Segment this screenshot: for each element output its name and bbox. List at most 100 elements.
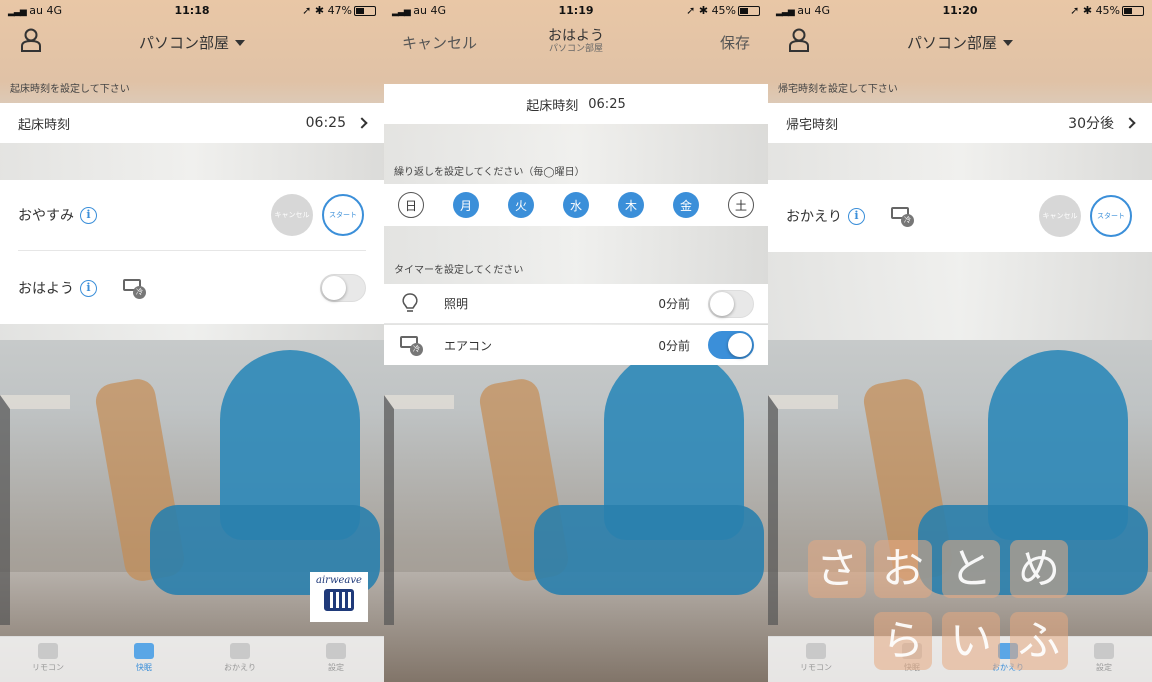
- tab-label: 快眠: [136, 663, 152, 672]
- door-icon: [230, 643, 250, 659]
- light-offset[interactable]: 0分前: [658, 295, 690, 312]
- battery-icon: [738, 5, 761, 16]
- nav-bar: キャンセル おはよう パソコン部屋 保存: [384, 20, 768, 64]
- day-thu[interactable]: 木: [618, 192, 644, 218]
- start-button[interactable]: スタート: [322, 194, 364, 236]
- sleep-row: おやすみ i: [18, 180, 366, 251]
- start-button[interactable]: スタート: [1090, 195, 1132, 237]
- tab-label: リモコン: [32, 663, 64, 672]
- tab-sleep[interactable]: 快眠: [96, 637, 192, 682]
- watermark-char: ふ: [1010, 612, 1068, 670]
- nav-bar: パソコン部屋: [0, 20, 384, 64]
- bed-icon: [134, 643, 154, 659]
- carrier-label: au: [413, 3, 427, 17]
- status-time: 11:19: [558, 3, 594, 17]
- nav-title: おはよう パソコン部屋: [548, 28, 604, 54]
- tab-remote[interactable]: リモコン: [0, 637, 96, 682]
- cancel-button[interactable]: キャンセル: [1039, 195, 1081, 237]
- nav-bar: パソコン部屋: [768, 20, 1152, 64]
- battery-percent: 47%: [327, 3, 353, 17]
- day-fri[interactable]: 金: [673, 192, 699, 218]
- day-sat[interactable]: 土: [728, 192, 754, 218]
- timer-caption: タイマーを設定してください: [394, 265, 524, 276]
- row-label: 帰宅時刻: [786, 117, 839, 133]
- time-value: 06:25: [588, 96, 626, 112]
- wake-time-picker[interactable]: 起床時刻 06:25: [384, 84, 768, 124]
- save-button[interactable]: 保存: [720, 32, 750, 53]
- cancel-button[interactable]: キャンセル: [402, 32, 477, 53]
- network-label: 4G: [814, 3, 831, 17]
- time-label: 起床時刻: [526, 98, 579, 114]
- lightbulb-icon: [402, 293, 418, 312]
- cancel-button[interactable]: キャンセル: [271, 194, 313, 236]
- battery-percent: 45%: [1095, 3, 1121, 17]
- aircon-label: エアコン: [444, 338, 493, 353]
- tab-settings[interactable]: 設定: [288, 637, 384, 682]
- aircon-icon: 冷: [891, 205, 915, 227]
- tab-welcome-home[interactable]: おかえり: [192, 637, 288, 682]
- watermark-char: お: [874, 540, 932, 598]
- day-wed[interactable]: 水: [563, 192, 589, 218]
- row-label: 起床時刻: [18, 117, 71, 133]
- location-icon: ➚: [686, 3, 696, 17]
- watermark-char: ら: [874, 612, 932, 670]
- chevron-down-icon: [1003, 40, 1013, 46]
- wake-time-row[interactable]: 起床時刻 06:25: [0, 103, 384, 143]
- return-time-row[interactable]: 帰宅時刻 30分後: [768, 103, 1152, 143]
- light-label: 照明: [444, 297, 469, 311]
- weekday-selector: 日 月 火 水 木 金 土: [384, 184, 768, 226]
- signal-icon: ▂▃▅: [776, 6, 795, 17]
- gear-icon: [326, 643, 346, 659]
- room-name: パソコン部屋: [906, 33, 997, 52]
- chevron-right-icon: [1124, 117, 1136, 129]
- day-mon[interactable]: 月: [453, 192, 479, 218]
- aircon-icon: 冷: [123, 277, 147, 299]
- tab-bar: リモコン 快眠 おかえり 設定: [0, 636, 384, 682]
- tab-label: おかえり: [224, 663, 256, 672]
- user-icon[interactable]: [788, 28, 810, 52]
- network-label: 4G: [430, 3, 447, 17]
- watermark-char: め: [1010, 540, 1068, 598]
- wake-toggle[interactable]: [320, 274, 366, 302]
- watermark-char: さ: [808, 540, 866, 598]
- row-value: 06:25: [305, 115, 346, 131]
- room-selector[interactable]: パソコン部屋: [139, 32, 245, 53]
- status-bar: ▂▃▅ au 4G 11:19 ➚ ✱ 45%: [384, 0, 768, 20]
- room-selector[interactable]: パソコン部屋: [907, 32, 1013, 53]
- aircon-offset[interactable]: 0分前: [658, 337, 690, 354]
- status-time: 11:18: [174, 3, 210, 17]
- status-bar: ▂▃▅ au 4G 11:20 ➚ ✱ 45%: [768, 0, 1152, 20]
- section-caption: 起床時刻を設定して下さい: [10, 84, 130, 95]
- location-icon: ➚: [302, 3, 312, 17]
- network-label: 4G: [46, 3, 63, 17]
- user-icon[interactable]: [20, 28, 42, 52]
- day-sun[interactable]: 日: [398, 192, 424, 218]
- repeat-caption: 繰り返しを設定してください（毎◯曜日）: [394, 167, 585, 178]
- site-watermark: さ お と め ら い ふ: [808, 540, 1078, 674]
- battery-icon: [354, 5, 377, 16]
- aircon-toggle[interactable]: [708, 331, 754, 359]
- aircon-timer-row: 冷 エアコン 0分前: [384, 325, 768, 365]
- light-toggle[interactable]: [708, 290, 754, 318]
- room-name: パソコン部屋: [138, 33, 229, 52]
- logo-text: airweave: [316, 575, 362, 586]
- airweave-logo: airweave: [310, 572, 368, 622]
- tab-label: 設定: [328, 663, 344, 672]
- light-timer-row: 照明 0分前: [384, 284, 768, 324]
- signal-icon: ▂▃▅: [392, 6, 411, 17]
- day-tue[interactable]: 火: [508, 192, 534, 218]
- page-title: おはよう: [548, 28, 604, 45]
- watermark-char: と: [942, 540, 1000, 598]
- watermark-char: い: [942, 612, 1000, 670]
- screen-sleep-settings: ▂▃▅ au 4G 11:18 ➚ ✱ 47% パソコン部屋 起床時刻を設定して…: [0, 0, 384, 682]
- info-icon[interactable]: i: [848, 207, 865, 225]
- mode-card: おかえり i 冷 キャンセル スタート: [768, 180, 1152, 252]
- remote-icon: [38, 643, 58, 659]
- sleep-label: おやすみ: [18, 208, 74, 224]
- info-icon[interactable]: i: [80, 279, 97, 297]
- row-value: 30分後: [1068, 116, 1114, 132]
- bluetooth-icon: ✱: [1082, 3, 1093, 17]
- status-bar: ▂▃▅ au 4G 11:18 ➚ ✱ 47%: [0, 0, 384, 20]
- carrier-label: au: [797, 3, 811, 17]
- info-icon[interactable]: i: [80, 206, 97, 224]
